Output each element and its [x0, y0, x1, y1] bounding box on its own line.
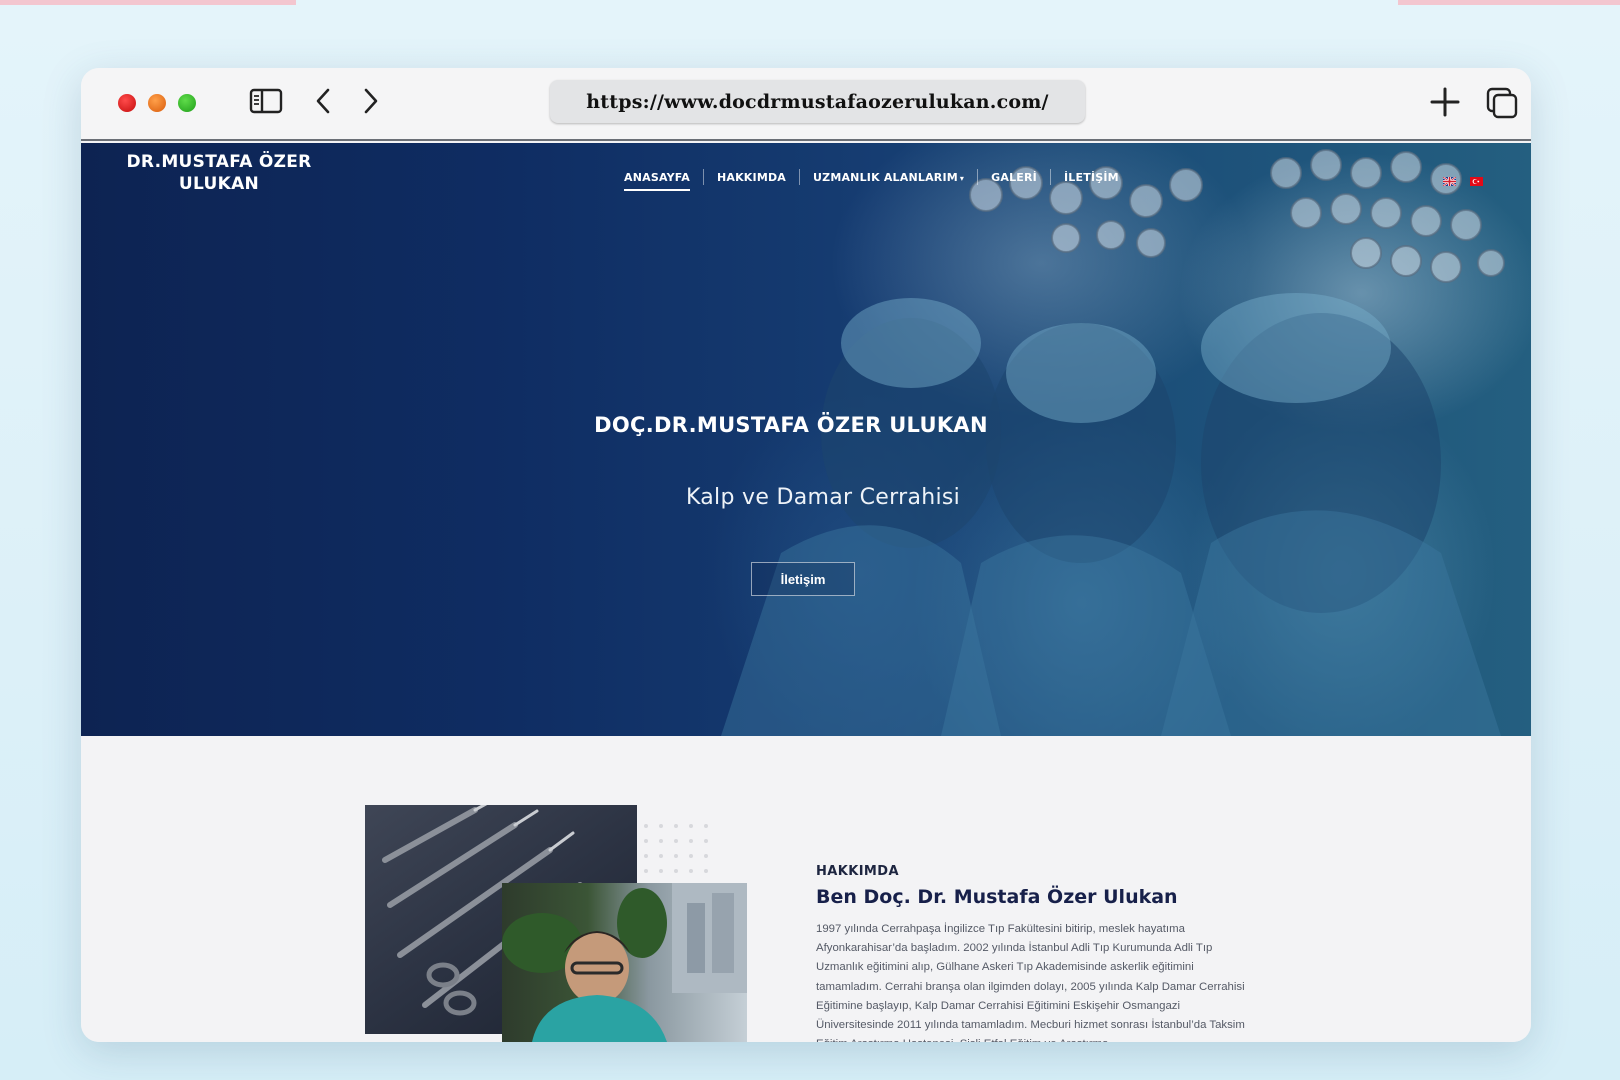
new-tab-icon[interactable]	[1429, 86, 1461, 123]
language-switcher	[1442, 173, 1483, 187]
top-accent-left	[0, 0, 296, 5]
doctor-photo	[502, 883, 747, 1042]
forward-icon[interactable]	[359, 86, 381, 121]
main-nav: ANASAYFA HAKKIMDA UZMANLIK ALANLARIM ▾ GA…	[611, 169, 1132, 191]
hero-title-text: DOÇ.DR.MUSTAFA ÖZER ULUKAN	[594, 413, 988, 437]
english-flag-icon[interactable]	[1442, 173, 1457, 187]
nav-item-hakkimda[interactable]: HAKKIMDA	[704, 171, 799, 184]
decorative-dots-pattern	[644, 824, 708, 873]
nav-item-galeri[interactable]: GALERİ	[978, 171, 1050, 184]
hero-subtitle-text: Kalp ve Damar Cerrahisi	[685, 485, 961, 510]
close-window-button[interactable]	[118, 94, 136, 112]
about-section-label: HAKKIMDA	[816, 864, 899, 879]
hero-section: DR.MUSTAFA ÖZER ULUKAN ANASAYFA HAKKIMDA…	[81, 143, 1531, 736]
nav-item-anasayfa[interactable]: ANASAYFA	[611, 171, 703, 191]
top-accent-right	[1398, 0, 1620, 5]
maximize-window-button[interactable]	[178, 94, 196, 112]
address-bar[interactable]: https://www.docdrmustafaozerulukan.com/	[550, 80, 1085, 123]
nav-item-uzmanlik-alanlarim[interactable]: UZMANLIK ALANLARIM ▾	[800, 171, 977, 184]
hero-subtitle: Kalp ve Damar Cerrahisi	[81, 485, 1531, 510]
contact-button[interactable]: İletişim	[751, 562, 855, 596]
about-heading: Ben Doç. Dr. Mustafa Özer Ulukan	[816, 886, 1178, 908]
chevron-down-icon: ▾	[959, 173, 965, 183]
tabs-overview-icon[interactable]	[1485, 86, 1519, 125]
site-brand[interactable]: DR.MUSTAFA ÖZER ULUKAN	[119, 151, 319, 195]
about-section: HAKKIMDA Ben Doç. Dr. Mustafa Özer Uluka…	[81, 736, 1531, 1042]
url-text: https://www.docdrmustafaozerulukan.com/	[586, 90, 1049, 113]
nav-item-label: UZMANLIK ALANLARIM	[813, 170, 958, 184]
hero-title: DOÇ.DR.MUSTAFA ÖZER ULUKAN	[81, 413, 1531, 437]
back-icon[interactable]	[313, 86, 335, 121]
sidebar-icon[interactable]	[249, 86, 283, 121]
nav-item-iletisim[interactable]: İLETİŞİM	[1051, 171, 1132, 184]
browser-toolbar: https://www.docdrmustafaozerulukan.com/	[81, 68, 1531, 141]
browser-window: https://www.docdrmustafaozerulukan.com/	[81, 68, 1531, 1042]
minimize-window-button[interactable]	[148, 94, 166, 112]
operating-room-lights-icon	[721, 149, 1505, 736]
about-body-text: 1997 yılında Cerrahpaşa İngilizce Tıp Fa…	[816, 923, 1245, 1042]
turkish-flag-icon[interactable]	[1470, 173, 1483, 186]
